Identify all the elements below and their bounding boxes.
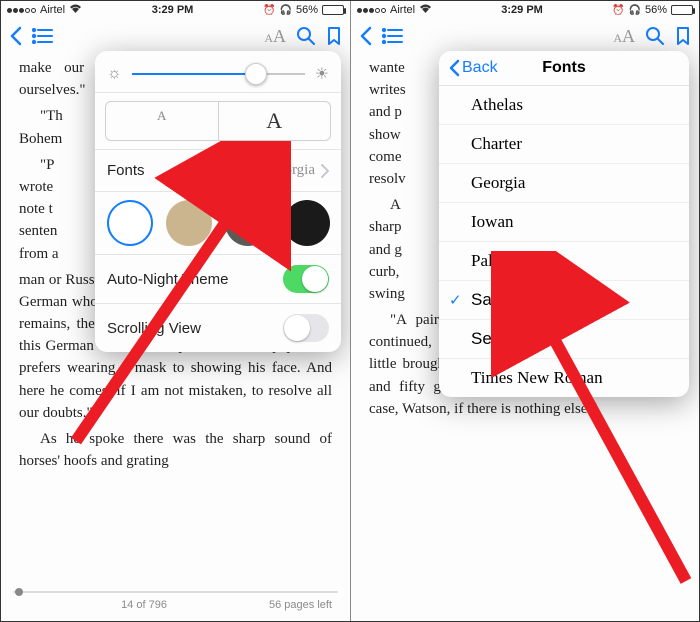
phone-left: Airtel 3:29 PM ⏰ 🎧 56% AA xyxy=(1,1,350,621)
font-option[interactable]: ✓ San Francisco xyxy=(439,281,689,320)
search-icon[interactable] xyxy=(645,26,665,46)
auto-night-label: Auto-Night Theme xyxy=(107,271,228,288)
theme-black[interactable] xyxy=(284,200,330,246)
clock-label: 3:29 PM xyxy=(86,4,259,16)
battery-icon xyxy=(671,5,693,15)
clock-label: 3:29 PM xyxy=(436,4,608,16)
font-option-label: Palatino xyxy=(471,251,527,271)
fonts-row[interactable]: Fonts Georgia xyxy=(95,150,341,192)
font-option-label: Georgia xyxy=(471,173,525,193)
wifi-icon xyxy=(419,4,432,17)
brightness-slider[interactable] xyxy=(132,73,305,75)
signal-icon xyxy=(7,8,36,13)
text-size-segmented: A A xyxy=(105,101,331,141)
bookmark-icon[interactable] xyxy=(675,26,691,46)
font-option[interactable]: Athelas xyxy=(439,86,689,125)
headphones-icon: 🎧 xyxy=(280,5,292,16)
font-option-label: Athelas xyxy=(471,95,523,115)
fonts-back-button[interactable]: Back xyxy=(449,59,498,77)
appearance-popover: ☼ ☀ A A Fonts Georgia xyxy=(95,51,341,352)
theme-row xyxy=(95,192,341,255)
paragraph: As he spoke there was the sharp sound of… xyxy=(19,428,332,472)
back-icon[interactable] xyxy=(359,26,372,46)
back-icon[interactable] xyxy=(9,26,22,46)
status-bar: Airtel 3:29 PM ⏰ 🎧 56% xyxy=(1,1,350,19)
font-option[interactable]: Iowan xyxy=(439,203,689,242)
battery-icon xyxy=(322,5,344,15)
fonts-list: Athelas Charter Georgia Iowan Palatino ✓ San F… xyxy=(439,86,689,397)
font-option-label: Iowan xyxy=(471,212,513,232)
font-option[interactable]: Times New Roman xyxy=(439,359,689,397)
brightness-low-icon: ☼ xyxy=(107,65,122,83)
phone-right: Airtel 3:29 PM ⏰ 🎧 56% AA xyxy=(350,1,699,621)
fonts-value: Georgia xyxy=(267,162,315,179)
progress-track[interactable] xyxy=(13,591,338,593)
font-option-label: Times New Roman xyxy=(471,368,603,388)
font-option[interactable]: Palatino xyxy=(439,242,689,281)
fonts-popover: Back Fonts Athelas Charter Georgia Iowan Pal… xyxy=(439,51,689,397)
bookmark-icon[interactable] xyxy=(326,26,342,46)
font-option-label: San Francisco xyxy=(471,290,580,310)
navbar: AA xyxy=(351,19,699,53)
text-smaller-button[interactable]: A xyxy=(106,102,218,140)
navbar: AA xyxy=(1,19,350,53)
alarm-icon: ⏰ xyxy=(263,5,275,16)
signal-icon xyxy=(357,8,386,13)
brightness-thumb[interactable] xyxy=(245,63,267,85)
checkmark-icon: ✓ xyxy=(449,291,462,309)
appearance-icon[interactable]: AA xyxy=(613,26,635,47)
progress-thumb[interactable] xyxy=(15,588,23,596)
auto-night-row: Auto-Night Theme xyxy=(95,255,341,304)
textsize-row: A A xyxy=(95,93,341,150)
brightness-row: ☼ ☀ xyxy=(95,51,341,93)
scrolling-label: Scrolling View xyxy=(107,320,201,337)
search-icon[interactable] xyxy=(296,26,316,46)
font-option[interactable]: Georgia xyxy=(439,164,689,203)
status-bar: Airtel 3:29 PM ⏰ 🎧 56% xyxy=(351,1,699,19)
chevron-right-icon xyxy=(321,164,329,178)
carrier-label: Airtel xyxy=(390,4,415,16)
wifi-icon xyxy=(69,4,82,17)
toc-icon[interactable] xyxy=(32,28,54,44)
page-footer: 14 of 796 56 pages left xyxy=(1,585,350,621)
alarm-icon: ⏰ xyxy=(612,5,624,16)
scrolling-row: Scrolling View xyxy=(95,304,341,352)
page-of-label: 14 of 796 xyxy=(19,599,269,611)
font-option-label: Charter xyxy=(471,134,522,154)
theme-grey[interactable] xyxy=(225,200,271,246)
toc-icon[interactable] xyxy=(382,28,404,44)
auto-night-switch[interactable] xyxy=(283,265,329,293)
scrolling-switch[interactable] xyxy=(283,314,329,342)
battery-pct: 56% xyxy=(296,4,318,16)
theme-sepia[interactable] xyxy=(166,200,212,246)
text-larger-button[interactable]: A xyxy=(218,102,331,140)
battery-pct: 56% xyxy=(645,4,667,16)
brightness-high-icon: ☀ xyxy=(315,64,329,84)
pages-left-label: 56 pages left xyxy=(269,599,332,611)
font-option[interactable]: Charter xyxy=(439,125,689,164)
theme-white[interactable] xyxy=(107,200,153,246)
carrier-label: Airtel xyxy=(40,4,65,16)
fonts-label: Fonts xyxy=(107,162,145,179)
font-option-label: Seravek xyxy=(471,329,533,349)
appearance-icon[interactable]: AA xyxy=(264,26,286,47)
fonts-header: Back Fonts xyxy=(439,51,689,86)
headphones-icon: 🎧 xyxy=(629,5,641,16)
font-option[interactable]: Seravek xyxy=(439,320,689,359)
